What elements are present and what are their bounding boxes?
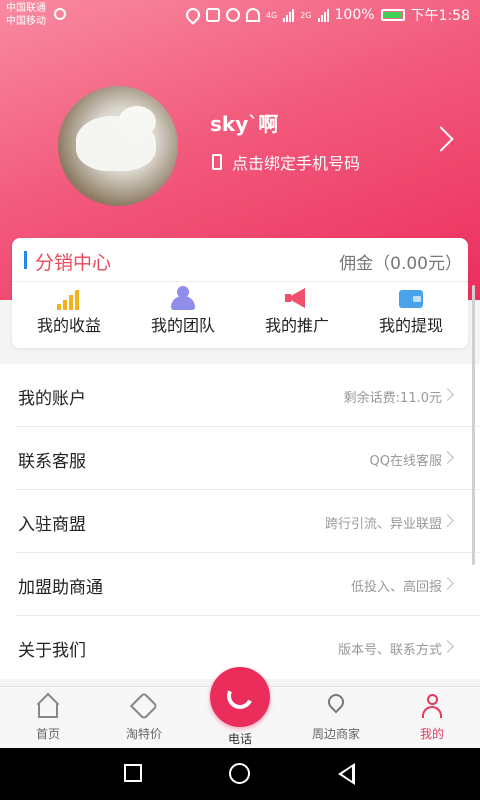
menu-row-title: 加盟助商通 [18,578,103,598]
menu-row-franchise[interactable]: 加盟助商通 低投入、高回报 [16,553,480,616]
back-button[interactable] [338,763,355,785]
distribution-card: 分销中心 佣金（0.00元） 我的收益 我的团队 我的推广 我的提现 [12,238,468,348]
menu-row-account[interactable]: 我的账户 剩余话费:11.0元 [16,364,480,427]
clock: 下午1:58 [410,8,470,24]
person-icon [419,693,445,719]
tab-me[interactable]: 我的 [384,687,480,748]
menu-row-merchant-alliance[interactable]: 入驻商盟 跨行引流、异业联盟 [16,490,480,553]
menu-row-subtitle: QQ在线客服 [369,454,442,469]
avatar[interactable] [58,86,178,206]
net-label-2: 2G [300,10,312,20]
location-icon [183,5,203,25]
chevron-right-icon [441,451,454,464]
settings-list: 我的账户 剩余话费:11.0元 联系客服 QQ在线客服 入驻商盟 跨行引流、异业… [0,364,480,679]
income-chart-icon [55,286,83,310]
phone-call-icon [223,679,257,713]
wallet-icon [397,286,425,310]
menu-row-subtitle: 版本号、联系方式 [337,643,442,658]
vibrate-icon [205,8,220,22]
menu-row-title: 关于我们 [18,641,86,661]
username: sky`啊 [210,112,279,136]
distribution-item-promotion[interactable]: 我的推广 [240,282,354,348]
tab-label: 周边商家 [311,727,360,741]
scrollbar[interactable] [472,285,475,565]
chevron-right-icon [441,640,454,653]
commission-amount: 佣金（0.00元） [339,254,462,274]
alarm-icon [225,8,240,22]
menu-row-title: 入驻商盟 [18,515,86,535]
menu-row-support[interactable]: 联系客服 QQ在线客服 [16,427,480,490]
carrier-labels: 中国联通 中国移动 [6,2,46,28]
distribution-item-label: 我的提现 [378,316,443,335]
call-button[interactable] [210,667,270,727]
distribution-item-label: 我的团队 [150,316,215,335]
signal-icon-2 [317,8,329,22]
menu-row-subtitle: 跨行引流、异业联盟 [324,517,442,532]
distribution-item-income[interactable]: 我的收益 [12,282,126,348]
distribution-items: 我的收益 我的团队 我的推广 我的提现 [12,282,468,348]
distribution-card-header: 分销中心 佣金（0.00元） [12,238,468,282]
tab-nearby[interactable]: 周边商家 [288,687,384,748]
distribution-item-label: 我的收益 [36,316,101,335]
home-icon [35,692,61,719]
distribution-item-label: 我的推广 [264,316,329,335]
status-icons: 4G 2G 100% 下午1:58 [183,5,470,25]
megaphone-icon [283,286,311,310]
tab-label: 首页 [35,727,60,741]
carrier-1: 中国联通 [6,3,46,14]
recent-apps-button[interactable] [124,764,142,782]
team-icon [169,286,197,310]
call-label: 电话 [227,732,252,746]
distribution-title: 分销中心 [35,252,112,274]
data-saver-icon [54,8,66,20]
signal-icon-1 [283,8,295,22]
tab-label: 我的 [419,727,444,741]
mobile-phone-icon [212,154,222,170]
home-button[interactable] [229,763,250,784]
tag-icon [129,691,159,721]
chevron-right-icon [441,514,454,527]
carrier-2: 中国移动 [6,16,46,27]
menu-row-title: 联系客服 [18,452,86,472]
chevron-right-icon [441,577,454,590]
bind-phone-link[interactable]: 点击绑定手机号码 [212,150,360,174]
chevron-right-icon [441,388,454,401]
tab-deals[interactable]: 淘特价 [96,687,192,748]
distribution-item-withdraw[interactable]: 我的提现 [354,282,468,348]
net-label-1: 4G [265,10,278,20]
battery-percent: 100% [334,7,375,23]
menu-row-subtitle: 剩余话费:11.0元 [343,391,442,406]
system-nav-bar [0,748,480,800]
menu-row-title: 我的账户 [18,389,86,409]
distribution-item-team[interactable]: 我的团队 [126,282,240,348]
tab-home[interactable]: 首页 [0,687,96,748]
wifi-icon [245,8,260,22]
status-bar: 中国联通 中国移动 4G 2G 100% 下午1:58 [0,0,480,30]
tab-label: 淘特价 [125,727,162,741]
battery-icon [380,9,405,21]
title-accent-bar [24,251,27,269]
bind-phone-label: 点击绑定手机号码 [232,154,361,173]
location-pin-icon [323,690,349,719]
menu-row-subtitle: 低投入、高回报 [350,580,442,595]
